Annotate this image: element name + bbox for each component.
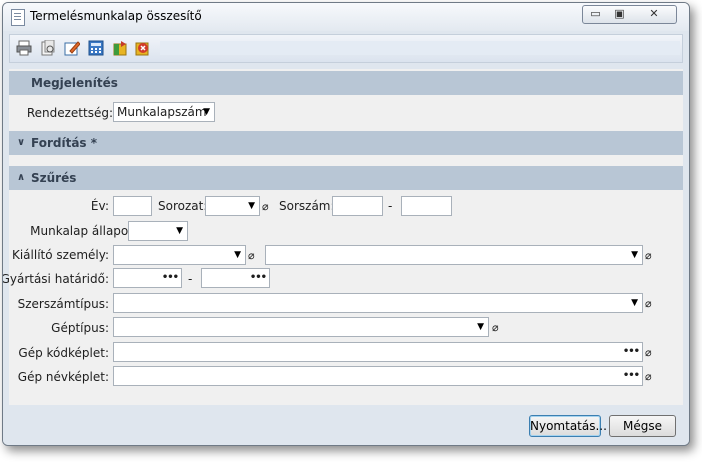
delete-icon[interactable] bbox=[134, 40, 150, 56]
tooltype-label: Szerszámtípus: bbox=[17, 297, 109, 311]
maximize-button[interactable]: ▣ bbox=[607, 5, 633, 24]
deadline-dash: - bbox=[188, 272, 193, 286]
toolbar-spacer bbox=[160, 41, 680, 55]
serial-label: Sorszám: bbox=[279, 199, 335, 213]
chevron-down-icon: ▼ bbox=[234, 250, 241, 260]
chevron-down-icon: ▼ bbox=[248, 201, 255, 211]
print-icon[interactable] bbox=[16, 40, 32, 56]
clear-filter-icon[interactable]: ⌀ bbox=[645, 294, 652, 313]
ellipsis-icon[interactable]: ••• bbox=[623, 367, 640, 384]
dialog-window: Termelésmunkalap összesítő ▭ ▣ ✕ Megjele… bbox=[2, 2, 690, 446]
chevron-down-icon: ▼ bbox=[203, 107, 210, 117]
section-szures-title: Szűrés bbox=[31, 171, 77, 185]
date-picker-icon[interactable]: ••• bbox=[250, 269, 267, 286]
tooltype-select[interactable]: ▼ bbox=[113, 293, 643, 313]
chevron-down-icon: ▼ bbox=[631, 250, 638, 260]
date-picker-icon[interactable]: ••• bbox=[162, 269, 179, 286]
chevron-down-icon: ▼ bbox=[631, 298, 638, 308]
issuer-select[interactable]: ▼ bbox=[113, 245, 246, 265]
footer: Nyomtatás... Mégse bbox=[3, 405, 689, 445]
machinetype-label: Géptípus: bbox=[51, 321, 109, 335]
print-button[interactable]: Nyomtatás... bbox=[529, 415, 607, 437]
section-megjelenites-title: Megjelenítés bbox=[31, 76, 118, 90]
section-megjelenites: Megjelenítés bbox=[9, 71, 683, 95]
ellipsis-icon[interactable]: ••• bbox=[623, 343, 640, 360]
deadline-from-input[interactable]: ••• bbox=[113, 268, 182, 288]
clear-filter-icon[interactable]: ⌀ bbox=[262, 197, 269, 216]
clear-filter-icon[interactable]: ⌀ bbox=[248, 246, 255, 265]
order-select[interactable]: Munkalapszám ▼ bbox=[113, 102, 215, 122]
issuer-name-select[interactable]: ▼ bbox=[265, 245, 643, 265]
order-label: Rendezettség: bbox=[26, 106, 113, 120]
series-label: Sorozat: bbox=[158, 199, 208, 213]
minimize-button[interactable]: ▭ bbox=[582, 5, 609, 24]
cancel-button[interactable]: Mégse bbox=[609, 415, 676, 437]
chevron-down-icon: ▼ bbox=[477, 322, 484, 332]
content-panel: Megjelenítés Rendezettség: Munkalapszám … bbox=[3, 69, 683, 405]
print-preview-icon[interactable] bbox=[40, 39, 56, 56]
serial-to-input[interactable] bbox=[401, 196, 452, 216]
machinetype-select[interactable]: ▼ bbox=[113, 317, 489, 337]
state-label: Munkalap állapot: bbox=[30, 224, 137, 238]
nameformula-label: Gép névképlet: bbox=[17, 370, 109, 384]
deadline-to-input[interactable]: ••• bbox=[201, 268, 270, 288]
window-title: Termelésmunkalap összesítő bbox=[30, 9, 202, 23]
export-icon[interactable] bbox=[112, 40, 128, 56]
clear-filter-icon[interactable]: ⌀ bbox=[645, 246, 652, 265]
chevron-up-icon: ∧ bbox=[17, 172, 26, 183]
series-select[interactable]: ▼ bbox=[205, 196, 260, 216]
deadline-label: Gyártási határidő: bbox=[2, 272, 109, 286]
toolbar bbox=[9, 34, 683, 63]
calculator-icon[interactable] bbox=[88, 40, 104, 56]
section-szures[interactable]: ∧ Szűrés bbox=[9, 166, 683, 190]
section-forditas[interactable]: ∨ Fordítás * bbox=[9, 131, 683, 155]
clear-filter-icon[interactable]: ⌀ bbox=[645, 343, 652, 362]
codeformula-label: Gép kódképlet: bbox=[18, 346, 109, 360]
serial-from-input[interactable] bbox=[332, 196, 383, 216]
close-button[interactable]: ✕ bbox=[632, 5, 677, 24]
title-bar[interactable]: Termelésmunkalap összesítő ▭ ▣ ✕ bbox=[3, 3, 689, 31]
clear-filter-icon[interactable]: ⌀ bbox=[492, 318, 499, 337]
section-forditas-title: Fordítás * bbox=[31, 136, 98, 150]
year-label: Év: bbox=[90, 199, 109, 213]
clear-filter-icon[interactable]: ⌀ bbox=[645, 367, 652, 386]
issuer-label: Kiállító személy: bbox=[11, 248, 109, 262]
chevron-down-icon: ▼ bbox=[176, 226, 183, 236]
chevron-down-icon: ∨ bbox=[17, 137, 26, 148]
codeformula-input[interactable]: ••• bbox=[113, 342, 643, 362]
state-select[interactable]: ▼ bbox=[128, 221, 188, 241]
edit-icon[interactable] bbox=[64, 40, 81, 56]
serial-dash: - bbox=[388, 199, 393, 213]
document-icon bbox=[11, 9, 25, 26]
order-value: Munkalapszám bbox=[117, 105, 207, 119]
nameformula-input[interactable]: ••• bbox=[113, 366, 643, 386]
year-input[interactable] bbox=[113, 196, 152, 216]
